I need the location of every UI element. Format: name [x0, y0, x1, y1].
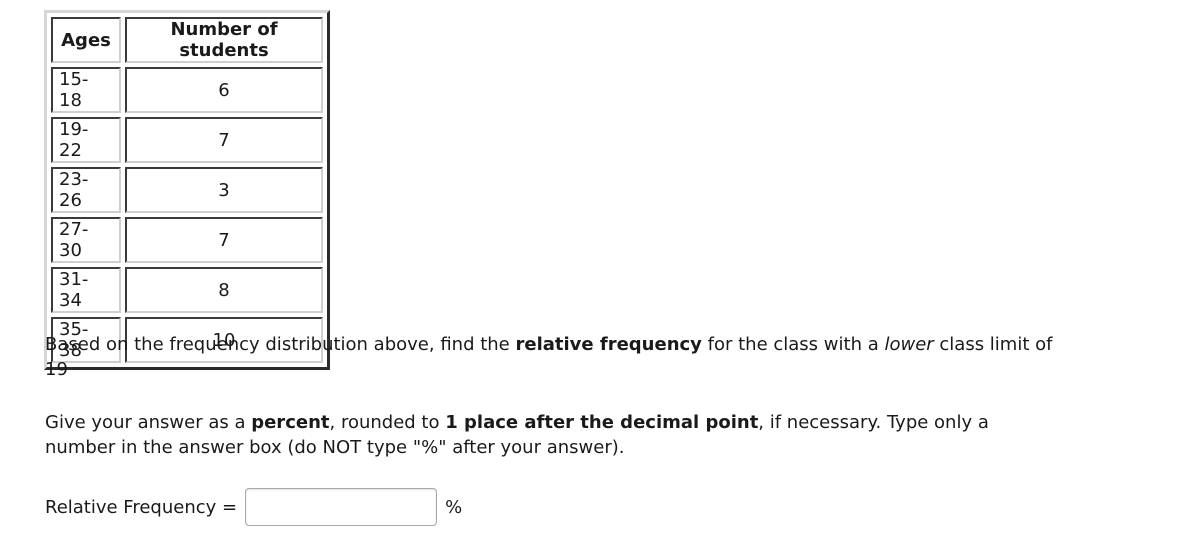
count-cell: 3	[125, 167, 323, 213]
count-cell: 8	[125, 267, 323, 313]
percent-unit: %	[445, 496, 463, 518]
instruction-emphasis-decimal: 1 place after the decimal point	[445, 412, 759, 433]
instruction-text: , rounded to	[329, 412, 446, 433]
table-row: 31-34 8	[51, 267, 323, 313]
count-cell: 7	[125, 217, 323, 263]
instruction-text: Give your answer as a	[45, 412, 252, 433]
instruction-emphasis-percent: percent	[251, 412, 330, 433]
age-cell: 23-26	[51, 167, 121, 213]
count-cell: 7	[125, 117, 323, 163]
table-row: 19-22 7	[51, 117, 323, 163]
age-cell: 15-18	[51, 67, 121, 113]
header-number-of-students: Number of students	[125, 17, 323, 63]
relative-frequency-input[interactable]	[245, 488, 438, 526]
question-instruction: Based on the frequency distribution abov…	[45, 332, 1055, 382]
question-text: for the class with a	[701, 334, 885, 355]
question-emphasis-relative-frequency: relative frequency	[515, 334, 702, 355]
question-text: Based on the frequency distribution abov…	[45, 334, 516, 355]
age-cell: 19-22	[51, 117, 121, 163]
count-cell: 6	[125, 67, 323, 113]
question-emphasis-lower: lower	[884, 334, 934, 355]
table-header-row: Ages Number of students	[51, 17, 323, 63]
answer-format-instruction: Give your answer as a percent, rounded t…	[45, 410, 1055, 460]
table-row: 23-26 3	[51, 167, 323, 213]
age-cell: 31-34	[51, 267, 121, 313]
answer-row: Relative Frequency = %	[45, 488, 462, 526]
age-cell: 27-30	[51, 217, 121, 263]
table-row: 27-30 7	[51, 217, 323, 263]
answer-label: Relative Frequency =	[45, 496, 238, 518]
header-ages: Ages	[51, 17, 121, 63]
table-row: 15-18 6	[51, 67, 323, 113]
frequency-table: Ages Number of students 15-18 6 19-22 7 …	[44, 10, 330, 370]
